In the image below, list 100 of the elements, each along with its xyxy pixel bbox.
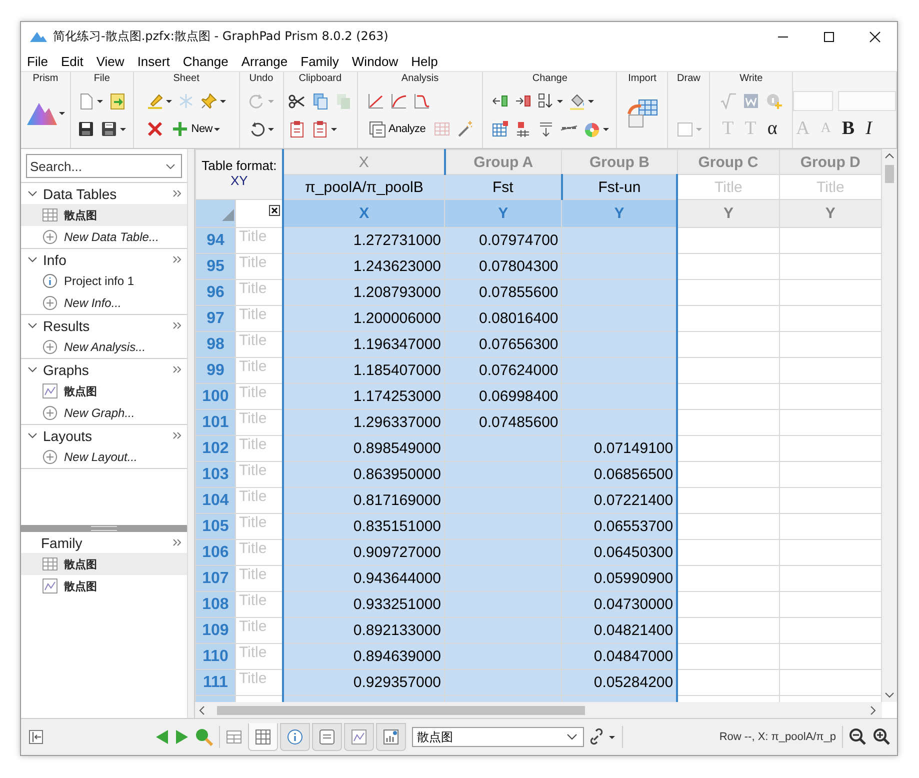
row-title[interactable]: Title: [235, 592, 284, 618]
scroll-up-icon[interactable]: [885, 153, 894, 159]
distribution-chart-icon[interactable]: [412, 92, 431, 110]
row-title[interactable]: Title: [235, 462, 284, 488]
view-tab[interactable]: [312, 723, 342, 751]
caret-icon[interactable]: [97, 100, 104, 102]
navigator-item[interactable]: New Graph...: [21, 402, 187, 424]
view-tab[interactable]: [376, 723, 406, 751]
row-number[interactable]: 110: [196, 644, 236, 670]
caret-icon[interactable]: [214, 128, 220, 130]
text-format-button[interactable]: I: [862, 118, 875, 140]
row-number[interactable]: 104: [196, 488, 236, 514]
double-chevron-icon[interactable]: [173, 322, 181, 329]
row-title[interactable]: Title: [235, 280, 284, 306]
column-subheader[interactable]: X: [283, 200, 445, 228]
menu-item[interactable]: Change: [182, 54, 228, 68]
row-number[interactable]: 106: [196, 540, 236, 566]
row-number[interactable]: 95: [196, 254, 236, 280]
row-title[interactable]: Title: [235, 514, 284, 540]
column-group-header[interactable]: Group C: [677, 150, 780, 174]
menu-item[interactable]: Help: [411, 54, 438, 68]
line-chart-icon[interactable]: [366, 92, 385, 110]
row-number[interactable]: 103: [196, 462, 236, 488]
row-title[interactable]: Title: [235, 644, 284, 670]
view-tab[interactable]: [280, 723, 310, 751]
row-number[interactable]: 111: [196, 670, 236, 696]
analyze-button[interactable]: Analyze: [366, 120, 428, 138]
navigator-item[interactable]: Project info 1: [21, 270, 187, 292]
menu-item[interactable]: Family: [300, 54, 339, 68]
caret-icon[interactable]: [331, 128, 338, 130]
section-title[interactable]: Layouts: [43, 428, 92, 444]
column-group-header[interactable]: Group D: [779, 150, 882, 174]
splitter-handle[interactable]: [21, 525, 187, 532]
clipboard-icon[interactable]: [311, 120, 330, 138]
add-icon[interactable]: [42, 229, 58, 245]
navigator-item[interactable]: New Info...: [21, 292, 187, 314]
row-title[interactable]: Title: [235, 410, 284, 436]
sort-icon[interactable]: [536, 92, 555, 110]
row-title[interactable]: Title: [235, 228, 284, 254]
row-title[interactable]: Title: [235, 670, 284, 696]
navigator-item[interactable]: New Layout...: [21, 446, 187, 468]
caret-icon[interactable]: [268, 128, 274, 130]
link-icon[interactable]: [590, 728, 616, 746]
chevron-icon[interactable]: [28, 321, 37, 330]
section-title[interactable]: Info: [43, 252, 66, 268]
row-number[interactable]: 109: [196, 618, 236, 644]
row-number[interactable]: 105: [196, 514, 236, 540]
menu-item[interactable]: File: [27, 54, 48, 68]
magnifier-icon[interactable]: [195, 728, 213, 746]
column-subheader[interactable]: Y: [779, 200, 882, 228]
section-title[interactable]: Graphs: [43, 362, 89, 378]
chevron-icon[interactable]: [28, 189, 37, 198]
table-icon[interactable]: [490, 120, 509, 138]
vertical-scrollbar[interactable]: [882, 149, 897, 702]
row-number[interactable]: 101: [196, 410, 236, 436]
caret-icon[interactable]: [220, 100, 226, 102]
row-title[interactable]: Title: [235, 306, 284, 332]
family-item[interactable]: 散点图: [21, 575, 187, 597]
zoom-out-icon[interactable]: [849, 728, 867, 746]
row-number[interactable]: 102: [196, 436, 236, 462]
row-number[interactable]: 97: [196, 306, 236, 332]
curve-chart-icon[interactable]: [390, 92, 408, 110]
chevron-down-icon[interactable]: [567, 734, 577, 740]
row-number[interactable]: 99: [196, 358, 236, 384]
caret-icon[interactable]: [120, 128, 126, 130]
graph-icon[interactable]: [42, 578, 58, 594]
open-file-icon[interactable]: [108, 92, 126, 110]
row-title[interactable]: Title: [235, 254, 284, 280]
zoom-in-icon[interactable]: [873, 728, 891, 746]
scroll-left-icon[interactable]: [199, 706, 205, 714]
sheet-dropdown[interactable]: 散点图: [412, 727, 584, 747]
add-icon[interactable]: [42, 339, 58, 355]
next-icon[interactable]: [175, 729, 189, 745]
row-title[interactable]: Title: [235, 488, 284, 514]
row-number[interactable]: 94: [196, 228, 236, 254]
text-format-button[interactable]: B: [838, 118, 858, 140]
menu-item[interactable]: View: [96, 54, 124, 68]
add-icon[interactable]: [42, 295, 58, 311]
add-icon[interactable]: [42, 449, 58, 465]
paint-bucket-icon[interactable]: [568, 92, 586, 110]
navigator-item[interactable]: New Data Table...: [21, 226, 187, 248]
row-title[interactable]: Title: [235, 332, 284, 358]
caret-icon[interactable]: [59, 112, 66, 114]
navigator-item[interactable]: New Analysis...: [21, 336, 187, 358]
chevron-down-icon[interactable]: [166, 164, 175, 169]
row-number[interactable]: 108: [196, 592, 236, 618]
column-subheader[interactable]: Y: [562, 200, 678, 228]
table-icon[interactable]: [42, 556, 58, 572]
save-icon[interactable]: [77, 120, 96, 138]
section-title[interactable]: Results: [43, 318, 90, 334]
menu-item[interactable]: Arrange: [241, 54, 288, 68]
caret-icon[interactable]: [556, 100, 563, 102]
row-title[interactable]: Title: [235, 540, 284, 566]
view-tab[interactable]: [344, 723, 374, 751]
column-subheader[interactable]: Y: [677, 200, 780, 228]
column-group-header[interactable]: Group B: [562, 150, 678, 174]
row-title[interactable]: Title: [235, 566, 284, 592]
navigator-item[interactable]: 散点图: [21, 380, 187, 402]
column-title[interactable]: Fst-un: [562, 174, 678, 200]
row-number[interactable]: 98: [196, 332, 236, 358]
